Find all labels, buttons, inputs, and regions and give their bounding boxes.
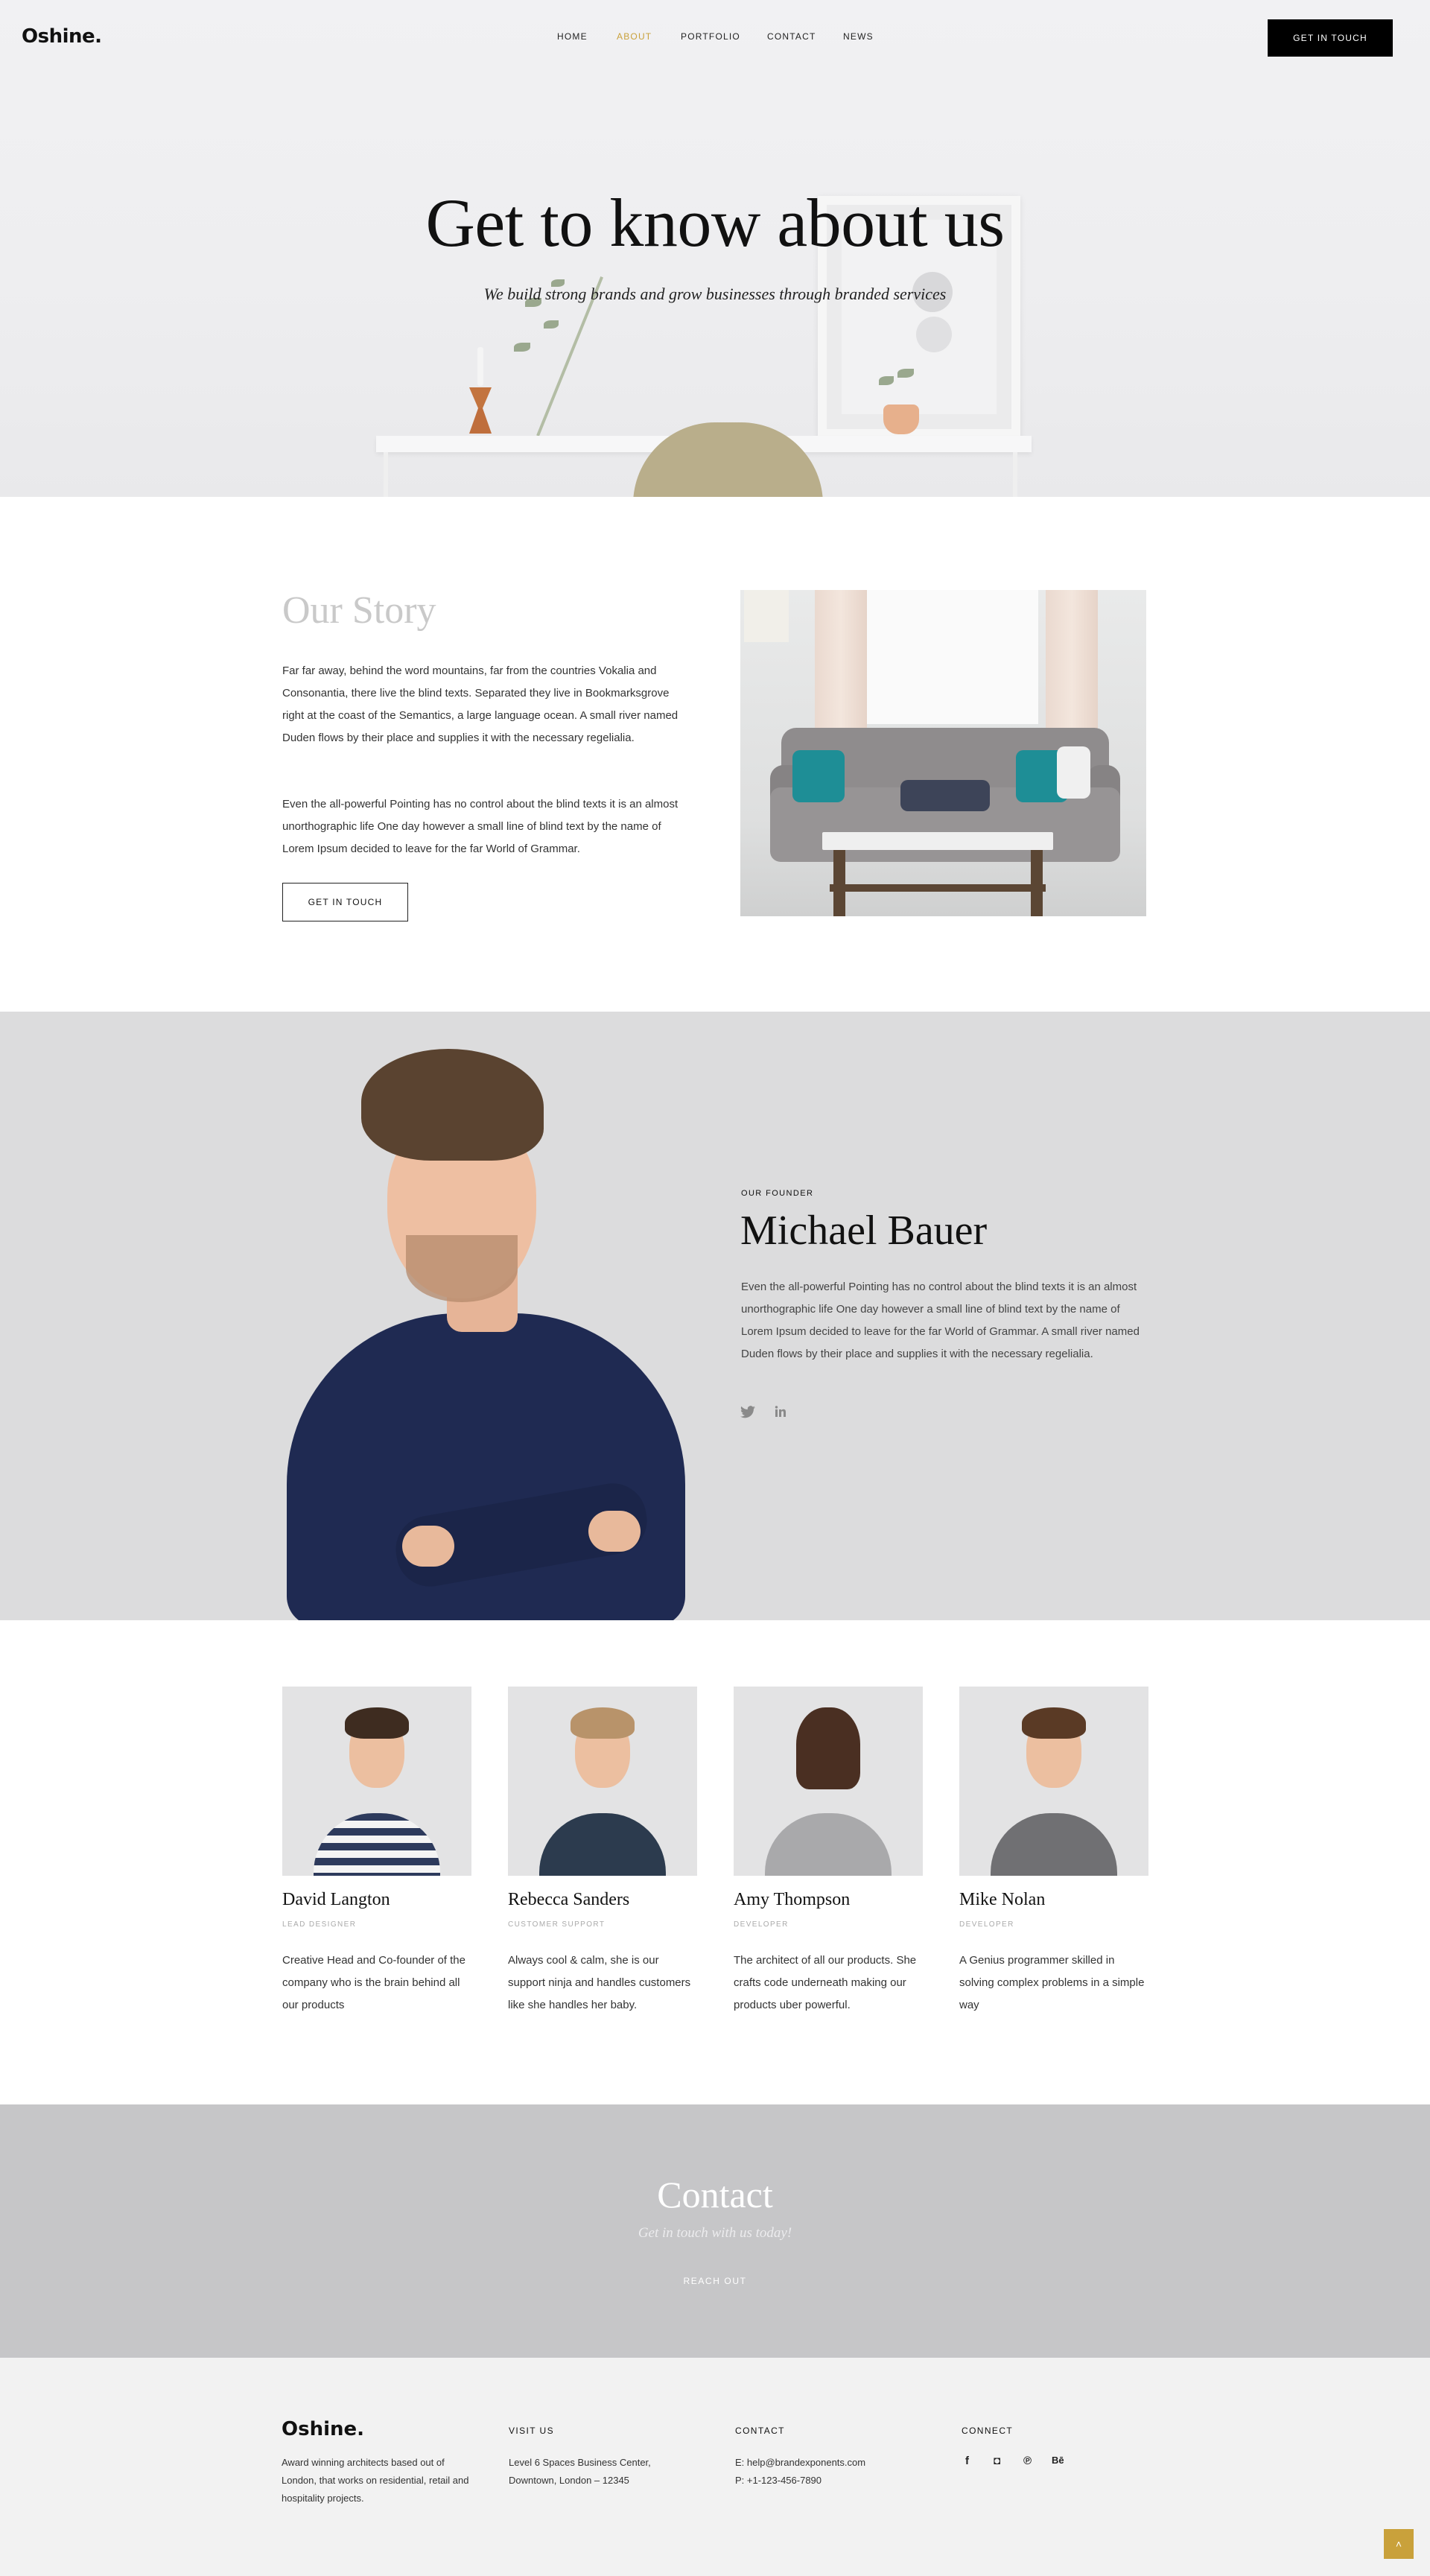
team-member-description: A Genius programmer skilled in solving c… [959,1954,1145,2011]
footer-phone[interactable]: P: +1-123-456-7890 [735,2472,822,2490]
footer-connect-heading: CONNECT [962,2426,1014,2436]
team-member-photo [282,1687,471,1876]
contact-subtitle: Get in touch with us today! [638,2225,792,2241]
footer-contact-heading: CONTACT [735,2426,785,2436]
hero-section: Oshine. HOME ABOUT PORTFOLIO CONTACT NEW… [0,0,1430,497]
nav-home[interactable]: HOME [557,31,588,42]
team-member-role: CUSTOMER SUPPORT [508,1920,606,1929]
back-to-top-button[interactable]: ˄ [1384,2529,1414,2559]
team-member-description: Always cool & calm, she is our support n… [508,1954,691,2011]
team-member-role: DEVELOPER [734,1920,789,1929]
hero-plant-pot [883,405,919,434]
team-member-photo [959,1687,1148,1876]
footer-address: Level 6 Spaces Business Center, Downtown… [509,2457,651,2486]
team-member-name: Amy Thompson [734,1890,851,1909]
page-title: Get to know about us [425,185,1005,261]
behance-icon[interactable]: Bē [1052,2455,1064,2466]
team-member-description: Creative Head and Co-founder of the comp… [282,1954,465,2011]
team-member-role: DEVELOPER [959,1920,1014,1929]
linkedin-icon[interactable] [775,1406,786,1421]
living-room-photo [740,590,1146,916]
founder-kicker: OUR FOUNDER [741,1189,814,1198]
contact-heading: Contact [657,2174,773,2215]
nav-about[interactable]: ABOUT [617,31,652,42]
nav-news[interactable]: NEWS [843,31,874,42]
reach-out-button[interactable]: REACH OUT [0,2276,1430,2286]
main-nav: HOME ABOUT PORTFOLIO CONTACT NEWS [0,31,1430,46]
header-get-in-touch-button[interactable]: GET IN TOUCH [1268,19,1393,57]
founder-section [0,1012,1430,1620]
footer-email[interactable]: E: help@brandexponents.com [735,2454,865,2472]
hero-subtitle: We build strong brands and grow business… [483,285,947,303]
team-member-description: The architect of all our products. She c… [734,1954,917,2011]
story-get-in-touch-button[interactable]: GET IN TOUCH [282,883,408,921]
footer-logo[interactable]: Oshine. [282,2418,364,2440]
team-member-name: Rebecca Sanders [508,1890,630,1909]
hero-candle-holder [468,387,493,440]
story-paragraph: Even the all-powerful Pointing has no co… [282,798,679,855]
founder-bio: Even the all-powerful Pointing has no co… [741,1281,1140,1360]
contact-section: Contact Get in touch with us today! REAC… [0,2104,1430,2358]
pinterest-icon[interactable]: ℗ [1023,2455,1032,2467]
site-footer: Oshine. Award winning architects based o… [0,2358,1430,2576]
founder-name: Michael Bauer [740,1208,988,1254]
nav-contact[interactable]: CONTACT [767,31,816,42]
team-member-photo [508,1687,697,1876]
facebook-icon[interactable]: f [965,2455,969,2467]
instagram-icon[interactable]: ◘ [994,2455,1000,2467]
team-member-name: Mike Nolan [959,1890,1046,1909]
twitter-icon[interactable] [740,1406,755,1422]
nav-portfolio[interactable]: PORTFOLIO [681,31,740,42]
story-paragraph: Far far away, behind the word mountains,… [282,664,679,744]
team-member-role: LEAD DESIGNER [282,1920,357,1929]
footer-visit-heading: VISIT US [509,2426,554,2436]
footer-about: Award winning architects based out of Lo… [282,2457,469,2504]
hero-chair [633,422,823,497]
story-heading: Our Story [282,589,436,632]
team-member-name: David Langton [282,1890,390,1909]
team-member-photo [734,1687,923,1876]
